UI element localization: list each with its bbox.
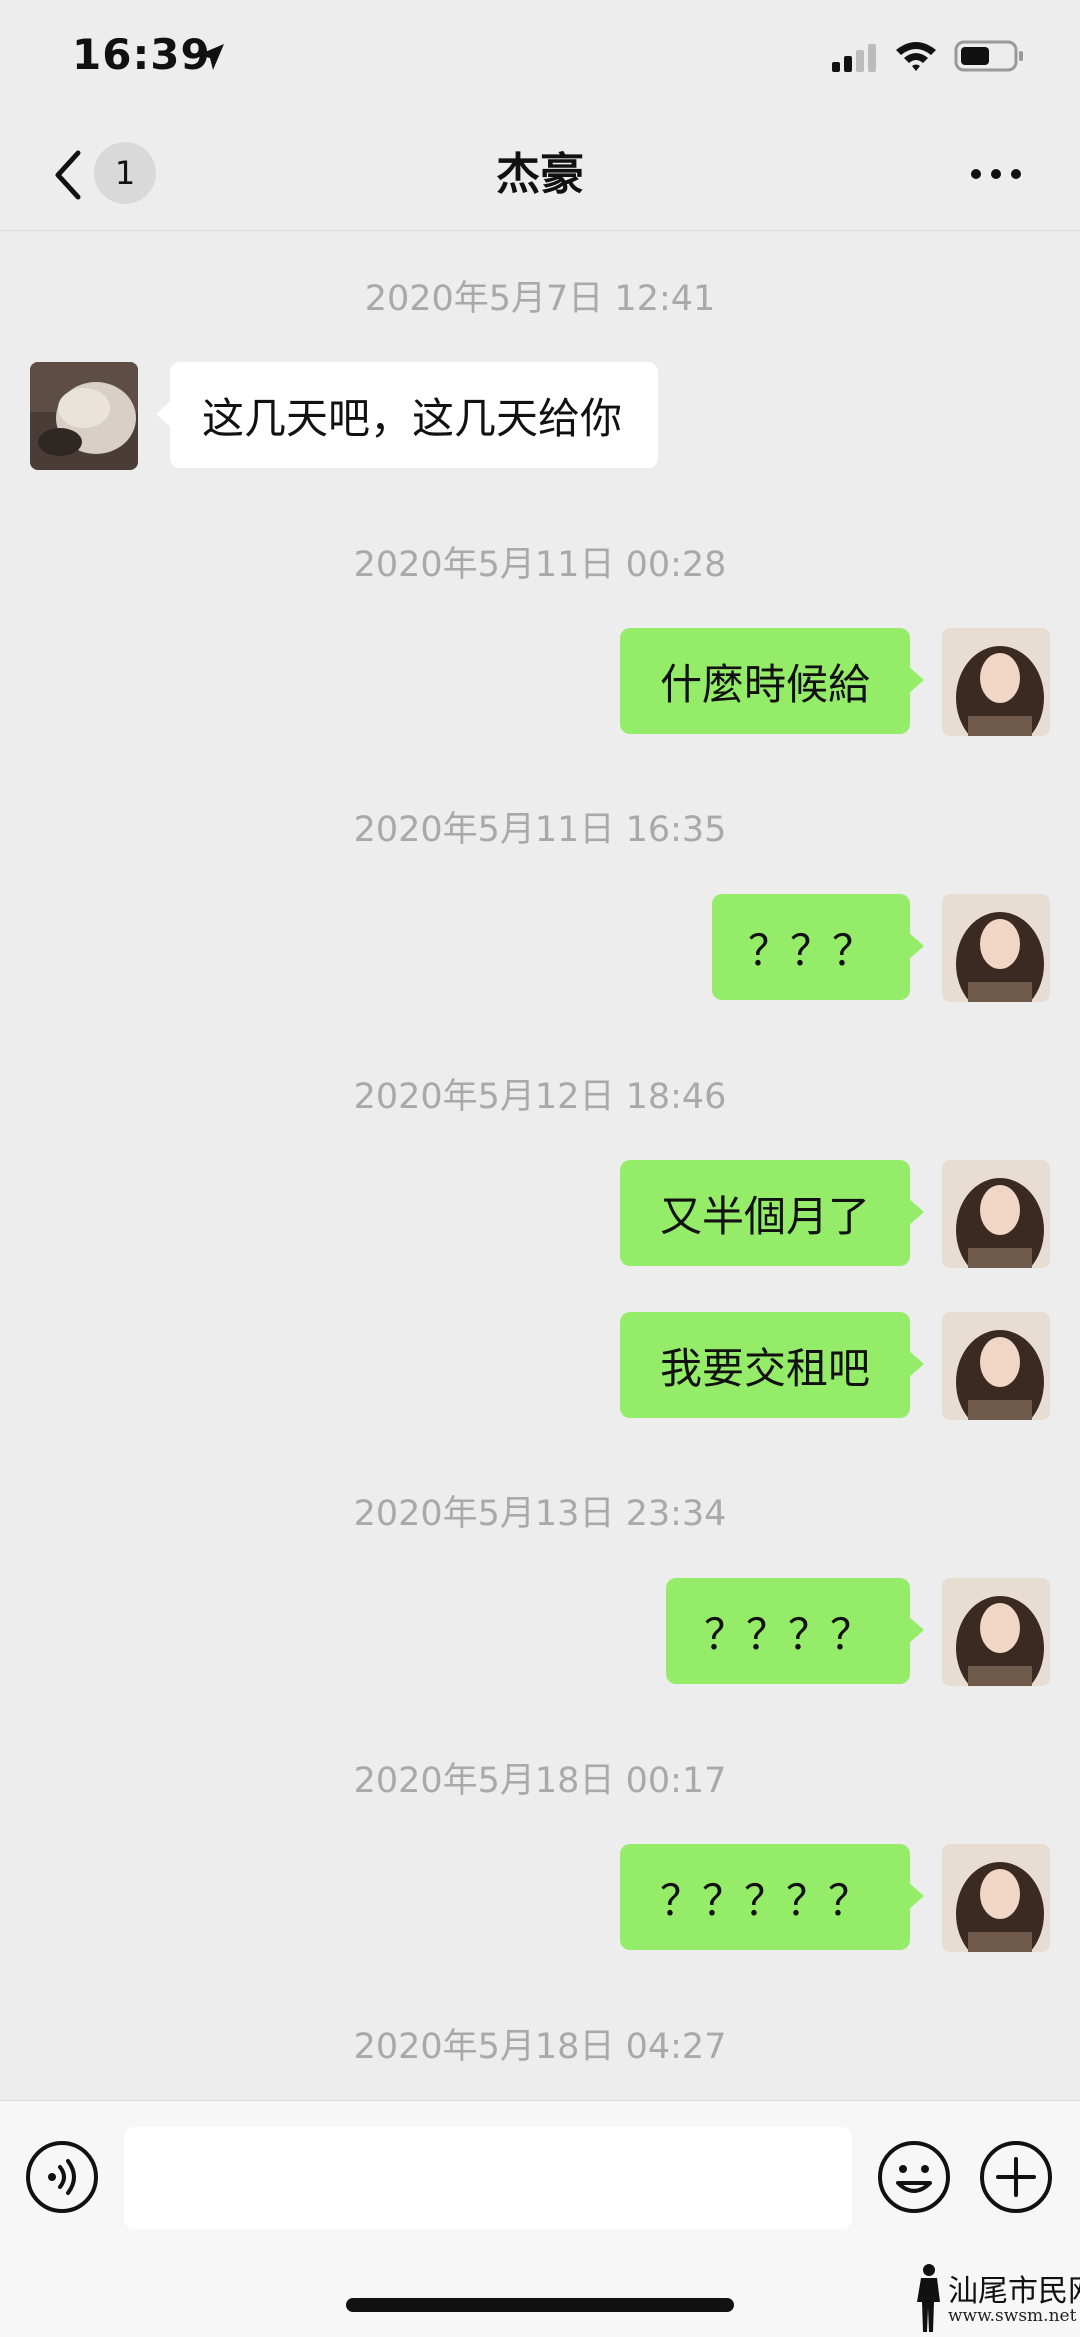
- signal-icon: [832, 44, 876, 72]
- plus-icon[interactable]: [978, 2139, 1054, 2215]
- chevron-left-icon[interactable]: [48, 145, 88, 205]
- timestamp: 2020年5月18日 04:27: [353, 2027, 727, 2067]
- message-bubble-outgoing[interactable]: 什麼時候給: [620, 628, 924, 734]
- chat-title: 杰豪: [496, 149, 584, 200]
- message-bubble-outgoing[interactable]: ？？？？？: [620, 1844, 924, 1950]
- user-avatar[interactable]: [942, 1578, 1050, 1686]
- nav-bar: 1 杰豪: [0, 120, 1080, 231]
- location-arrow-icon: [198, 44, 224, 70]
- user-avatar[interactable]: [942, 628, 1050, 736]
- status-time: 16:39: [72, 30, 211, 79]
- contact-avatar[interactable]: [30, 362, 138, 470]
- timestamp: 2020年5月13日 23:34: [353, 1494, 727, 1534]
- wifi-icon: [896, 42, 936, 71]
- timestamp: 2020年5月11日 16:35: [353, 810, 727, 850]
- timestamp: 2020年5月11日 00:28: [353, 545, 727, 585]
- user-avatar[interactable]: [942, 1844, 1050, 1952]
- unread-badge[interactable]: 1: [94, 142, 156, 204]
- message-input[interactable]: [124, 2127, 852, 2229]
- chat-screen: 16:39 1 杰豪 2020年5月7日 12:41 这几天吧，这几天给你 20…: [0, 0, 1080, 2337]
- user-avatar[interactable]: [942, 894, 1050, 1002]
- voice-icon[interactable]: [24, 2139, 100, 2215]
- more-icon[interactable]: [970, 164, 1022, 184]
- watermark: 汕尾市民网 www.swsm.net: [912, 2262, 1080, 2337]
- message-bubble-outgoing[interactable]: 我要交租吧: [620, 1312, 924, 1418]
- battery-icon: [954, 40, 1023, 72]
- watermark-figure-icon: [917, 2264, 940, 2332]
- timestamp: 2020年5月7日 12:41: [364, 279, 716, 319]
- home-indicator: [346, 2298, 734, 2312]
- message-bubble-outgoing[interactable]: ？？？: [712, 894, 924, 1000]
- watermark-text: 汕尾市民网: [948, 2274, 1080, 2309]
- user-avatar[interactable]: [942, 1160, 1050, 1268]
- emoji-icon[interactable]: [876, 2139, 952, 2215]
- timestamp: 2020年5月18日 00:17: [353, 1761, 727, 1801]
- message-bubble-incoming[interactable]: 这几天吧，这几天给你: [155, 362, 659, 468]
- user-avatar[interactable]: [942, 1312, 1050, 1420]
- message-bubble-outgoing[interactable]: ？？？？: [666, 1578, 924, 1684]
- status-bar: 16:39: [0, 0, 1080, 120]
- message-bubble-outgoing[interactable]: 又半個月了: [620, 1160, 924, 1266]
- timestamp: 2020年5月12日 18:46: [353, 1077, 727, 1117]
- watermark-url: www.swsm.net: [948, 2306, 1077, 2326]
